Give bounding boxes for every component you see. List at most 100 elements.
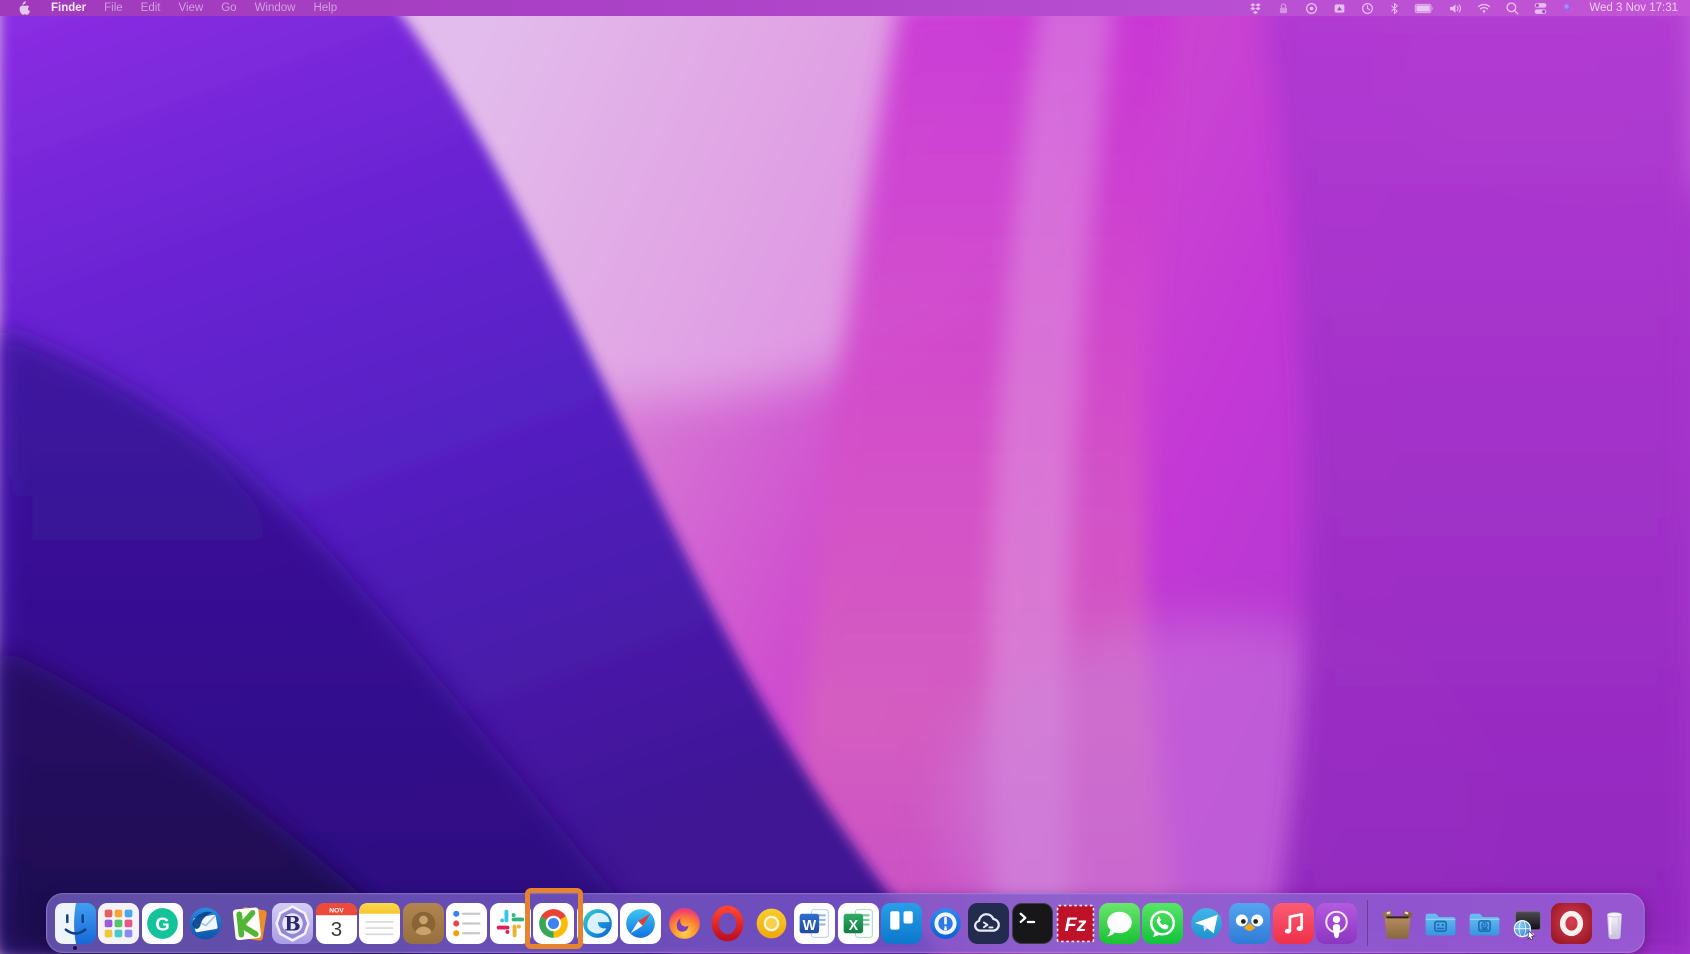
opera-icon [707, 903, 748, 944]
grammarly-icon: G [142, 903, 183, 944]
svg-text:X: X [848, 918, 858, 934]
svg-text:Fz: Fz [1065, 914, 1087, 936]
notes-icon [359, 903, 400, 944]
chrome-canary-icon [751, 903, 792, 944]
apple-music-icon [1273, 903, 1314, 944]
running-indicator [73, 946, 77, 950]
padlock-icon[interactable] [1276, 1, 1291, 16]
terminal-icon [1012, 903, 1053, 944]
dock-item-cardboard-box-app[interactable] [1376, 894, 1420, 952]
menu-view[interactable]: View [170, 2, 213, 14]
dock-item-firefox[interactable] [663, 894, 707, 952]
dock-item-reminders[interactable] [445, 894, 489, 952]
dock-item-apple-music[interactable] [1272, 894, 1316, 952]
dock-item-tweetbot[interactable] [1228, 894, 1272, 952]
control-center-icon[interactable] [1533, 1, 1548, 16]
battery-icon[interactable] [1414, 2, 1435, 15]
google-chrome-icon [533, 903, 574, 944]
dock-item-screen-sharing-app[interactable] [1506, 894, 1550, 952]
messages-icon [1099, 903, 1140, 944]
dock-item-trash[interactable] [1593, 894, 1637, 952]
bluetooth-icon[interactable] [1388, 1, 1401, 16]
microsoft-edge-icon [577, 903, 618, 944]
dock-item-microsoft-word[interactable]: W [793, 894, 837, 952]
dock-container: G [0, 893, 1690, 953]
dock-item-disk-images-folder[interactable] [1463, 894, 1507, 952]
dock-item-google-chrome[interactable] [532, 894, 576, 952]
menu-bar: Finder File Edit View Go Window Help [0, 0, 1690, 16]
slack-icon [490, 903, 531, 944]
dock-item-calendar[interactable]: NOV 3 [315, 894, 359, 952]
dock-item-cloud-terminal-app[interactable] [967, 894, 1011, 952]
apple-logo-icon [18, 1, 30, 16]
dock-item-applications-folder[interactable] [1419, 894, 1463, 952]
safari-icon [620, 903, 661, 944]
microsoft-word-icon: W [794, 903, 835, 944]
menu-help[interactable]: Help [304, 2, 346, 14]
menu-edit[interactable]: Edit [132, 2, 170, 14]
dock-item-opera[interactable] [706, 894, 750, 952]
spotlight-search-icon[interactable] [1505, 1, 1520, 16]
dock-item-chrome-canary[interactable] [750, 894, 794, 952]
menu-finder[interactable]: Finder [42, 2, 95, 14]
dock-item-terminal[interactable] [1011, 894, 1055, 952]
menu-go[interactable]: Go [212, 2, 245, 14]
b-letter-app-icon: B [272, 903, 313, 944]
menu-bar-menus: Finder File Edit View Go Window Help [12, 1, 346, 16]
microsoft-excel-icon: X [838, 903, 879, 944]
reminders-icon [446, 903, 487, 944]
dock-item-microsoft-excel[interactable]: X [837, 894, 881, 952]
trello-icon [881, 903, 922, 944]
menu-window[interactable]: Window [246, 2, 305, 14]
volume-icon[interactable] [1448, 1, 1463, 16]
cloud-terminal-app-icon [968, 903, 1009, 944]
applications-folder-icon [1420, 903, 1461, 944]
dock-item-telegram[interactable] [1185, 894, 1229, 952]
svg-text:W: W [803, 918, 817, 934]
dock-item-b-letter-app[interactable]: B [271, 894, 315, 952]
dock-item-safari[interactable] [619, 894, 663, 952]
red-o-app-icon [1551, 903, 1592, 944]
screen-sharing-app-icon [1507, 903, 1548, 944]
wallpaper-monterey [0, 0, 1690, 954]
dock-item-launchpad[interactable] [97, 894, 141, 952]
desktop: Finder File Edit View Go Window Help [0, 0, 1690, 954]
dock-item-finder[interactable] [54, 894, 98, 952]
screenshot-icon[interactable] [1332, 1, 1347, 16]
dock-item-apple-podcasts[interactable] [1315, 894, 1359, 952]
launchpad-icon [98, 903, 139, 944]
dock-item-trello[interactable] [880, 894, 924, 952]
dock-item-messages[interactable] [1098, 894, 1142, 952]
thunderbird-icon [185, 903, 226, 944]
clock-icon[interactable] [1360, 1, 1375, 16]
k-green-book-app-icon [229, 903, 270, 944]
dock-item-slack[interactable] [489, 894, 533, 952]
dock-item-thunderbird[interactable] [184, 894, 228, 952]
dock-item-microsoft-edge[interactable] [576, 894, 620, 952]
dock-item-red-o-app[interactable] [1550, 894, 1594, 952]
disk-images-folder-icon [1464, 903, 1505, 944]
svg-text:B: B [285, 912, 301, 935]
cardboard-box-app-icon [1377, 903, 1418, 944]
finder-icon [55, 903, 96, 944]
apple-podcasts-icon [1316, 903, 1357, 944]
dock-item-k-green-book-app[interactable] [228, 894, 272, 952]
dock-item-1password[interactable] [924, 894, 968, 952]
contacts-icon [403, 903, 444, 944]
circled-dot-icon[interactable] [1304, 1, 1319, 16]
trash-icon [1594, 903, 1635, 944]
dock-separator [1367, 900, 1368, 946]
dock-item-contacts[interactable] [402, 894, 446, 952]
svg-text:3: 3 [331, 917, 342, 940]
apple-menu[interactable] [12, 1, 36, 16]
dock-item-notes[interactable] [358, 894, 402, 952]
siri-icon[interactable] [1561, 1, 1575, 15]
wifi-icon[interactable] [1476, 1, 1492, 15]
dock-item-whatsapp[interactable] [1141, 894, 1185, 952]
dropbox-icon[interactable] [1248, 1, 1263, 16]
menu-file[interactable]: File [95, 2, 132, 14]
dock-item-grammarly[interactable]: G [141, 894, 185, 952]
dock-item-filezilla[interactable]: Fz [1054, 894, 1098, 952]
firefox-icon [664, 903, 705, 944]
menu-bar-clock[interactable]: Wed 3 Nov 17:31 [1589, 2, 1678, 14]
